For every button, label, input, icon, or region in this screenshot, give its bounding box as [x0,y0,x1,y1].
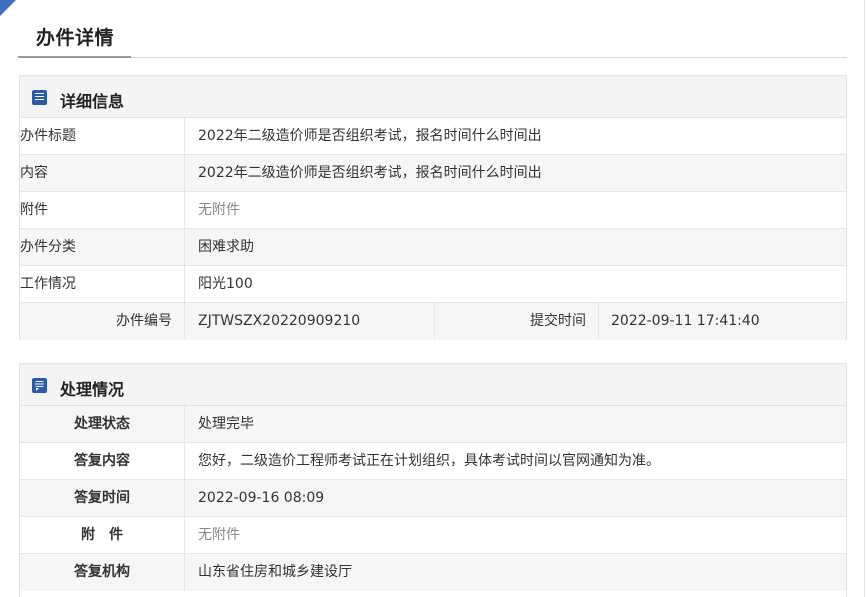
row-value: 阳光100 [198,276,253,292]
number-label: 办件编号 [20,303,185,339]
page-title: 办件详情 [36,27,115,49]
row-value: 2022年二级造价师是否组织考试，报名时间什么时间出 [198,128,542,144]
row-value: 您好，二级造价工程师考试正在计划组织，具体考试时间以官网通知为准。 [198,453,660,469]
detail-row-content: 内容 2022年二级造价师是否组织考试，报名时间什么时间出 [20,155,846,192]
row-value: 山东省住房和城乡建设厅 [198,564,352,580]
process-row-reply-time: 答复时间 2022-09-16 08:09 [20,480,846,517]
row-label: 答复机构 [20,554,185,590]
process-panel-header: 处理情况 [20,364,846,406]
list-icon [32,90,47,105]
process-row-attachment: 附 件 无附件 [20,517,846,554]
corner-mark [0,0,16,16]
detail-row-meta: 办件编号 ZJTWSZX20220909210 提交时间 2022-09-11 … [20,303,846,340]
detail-panel-header: 详细信息 [20,76,846,118]
row-label: 附 件 [20,517,185,553]
row-value: 2022-09-16 08:09 [198,490,325,506]
row-label: 工作情况 [20,266,185,302]
row-label: 答复时间 [20,480,185,516]
row-value: 2022年二级造价师是否组织考试，报名时间什么时间出 [198,165,542,181]
process-row-reply: 答复内容 您好，二级造价工程师考试正在计划组织，具体考试时间以官网通知为准。 [20,443,846,480]
process-panel-title: 处理情况 [60,380,125,399]
detail-panel: 详细信息 办件标题 2022年二级造价师是否组织考试，报名时间什么时间出 内容 … [19,75,847,340]
row-value: 处理完毕 [198,416,254,432]
row-value: 无附件 [198,202,240,218]
detail-row-attachment: 附件 无附件 [20,192,846,229]
number-value: ZJTWSZX20220909210 [198,313,361,329]
row-value: 困难求助 [198,239,254,255]
row-label: 办件标题 [20,118,185,154]
frame-border [864,0,865,597]
process-panel: 处理情况 处理状态 处理完毕 答复内容 您好，二级造价工程师考试正在计划组织，具… [19,363,847,597]
row-label: 处理状态 [20,406,185,442]
row-label: 内容 [20,155,185,191]
process-row-status: 处理状态 处理完毕 [20,406,846,443]
detail-row-category: 办件分类 困难求助 [20,229,846,266]
row-label: 答复内容 [20,443,185,479]
detail-row-work: 工作情况 阳光100 [20,266,846,303]
row-value: 无附件 [198,527,240,543]
row-label: 办件分类 [20,229,185,265]
title-underline [18,56,131,58]
submit-time-value: 2022-09-11 17:41:40 [611,313,760,329]
chat-icon [32,378,47,393]
detail-row-title: 办件标题 2022年二级造价师是否组织考试，报名时间什么时间出 [20,118,846,155]
submit-time-label: 提交时间 [434,303,599,339]
process-row-agency: 答复机构 山东省住房和城乡建设厅 [20,554,846,591]
detail-panel-title: 详细信息 [60,92,125,111]
page-header: 办件详情 [18,0,847,58]
row-label: 附件 [20,192,185,228]
